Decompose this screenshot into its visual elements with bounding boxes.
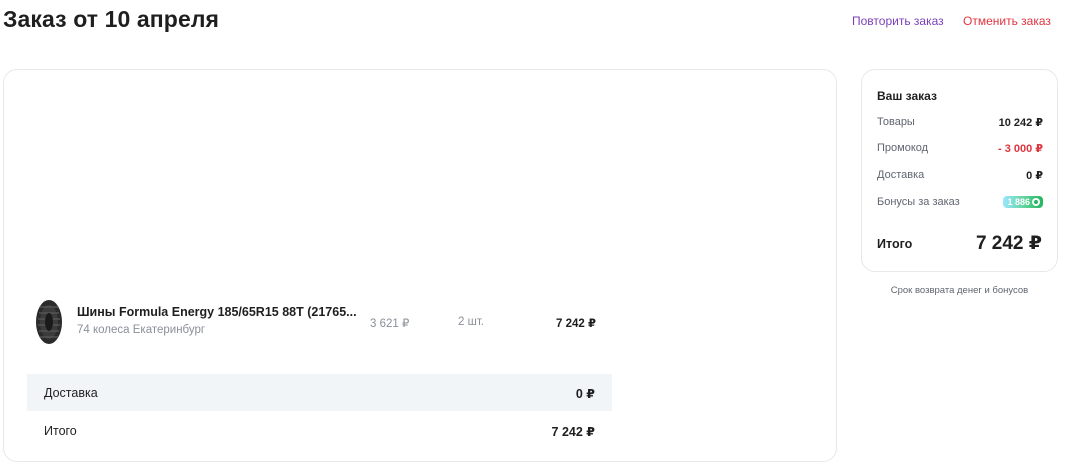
order-total-label: Итого: [44, 424, 77, 438]
cancel-order-link[interactable]: Отменить заказ: [963, 14, 1051, 28]
bonus-value: 1 886: [1007, 197, 1030, 207]
summary-goods-label: Товары: [877, 116, 915, 128]
item-quantity: 2 шт.: [458, 316, 485, 328]
order-total-value: 7 242 ₽: [551, 425, 595, 439]
refund-terms-link[interactable]: Срок возврата денег и бонусов: [861, 285, 1058, 296]
item-name[interactable]: Шины Formula Energy 185/65R15 88T (21765…: [77, 305, 357, 319]
item-total: 7 242 ₽: [556, 318, 596, 330]
summary-promo-label: Промокод: [877, 142, 929, 154]
summary-goods-value: 10 242 ₽: [998, 117, 1043, 129]
summary-title: Ваш заказ: [877, 89, 937, 103]
summary-delivery-value: 0 ₽: [1026, 170, 1043, 182]
grand-total-value: 7 242 ₽: [975, 233, 1042, 254]
grand-total-label: Итого: [877, 237, 913, 251]
summary-row-delivery: Доставка 0 ₽: [877, 169, 1043, 183]
tire-icon[interactable]: [34, 299, 64, 345]
summary-row-goods: Товары 10 242 ₽: [877, 116, 1043, 130]
item-seller: 74 колеса Екатеринбург: [77, 324, 206, 336]
summary-row-bonus: Бонусы за заказ 1 886: [877, 196, 1043, 210]
order-item-row[interactable]: Шины Formula Energy 185/65R15 88T (21765…: [30, 296, 610, 348]
page-title: Заказ от 10 апреля: [3, 6, 220, 32]
delivery-row: Доставка 0 ₽: [27, 374, 612, 411]
summary-bonus-label: Бонусы за заказ: [877, 196, 960, 208]
order-total-row: Итого 7 242 ₽: [27, 413, 612, 449]
bonus-coin-icon: [1032, 198, 1040, 206]
order-summary-card: Ваш заказ Товары 10 242 ₽ Промокод - 3 0…: [861, 69, 1058, 272]
item-unit-price: 3 621 ₽: [370, 318, 410, 330]
summary-row-promo: Промокод - 3 000 ₽: [877, 142, 1043, 156]
delivery-label: Доставка: [44, 386, 98, 400]
bonus-badge[interactable]: 1 886: [1003, 196, 1043, 208]
repeat-order-link[interactable]: Повторить заказ: [852, 14, 944, 28]
summary-delivery-label: Доставка: [877, 169, 925, 181]
delivery-value: 0 ₽: [575, 387, 595, 401]
summary-promo-value: - 3 000 ₽: [998, 143, 1043, 155]
